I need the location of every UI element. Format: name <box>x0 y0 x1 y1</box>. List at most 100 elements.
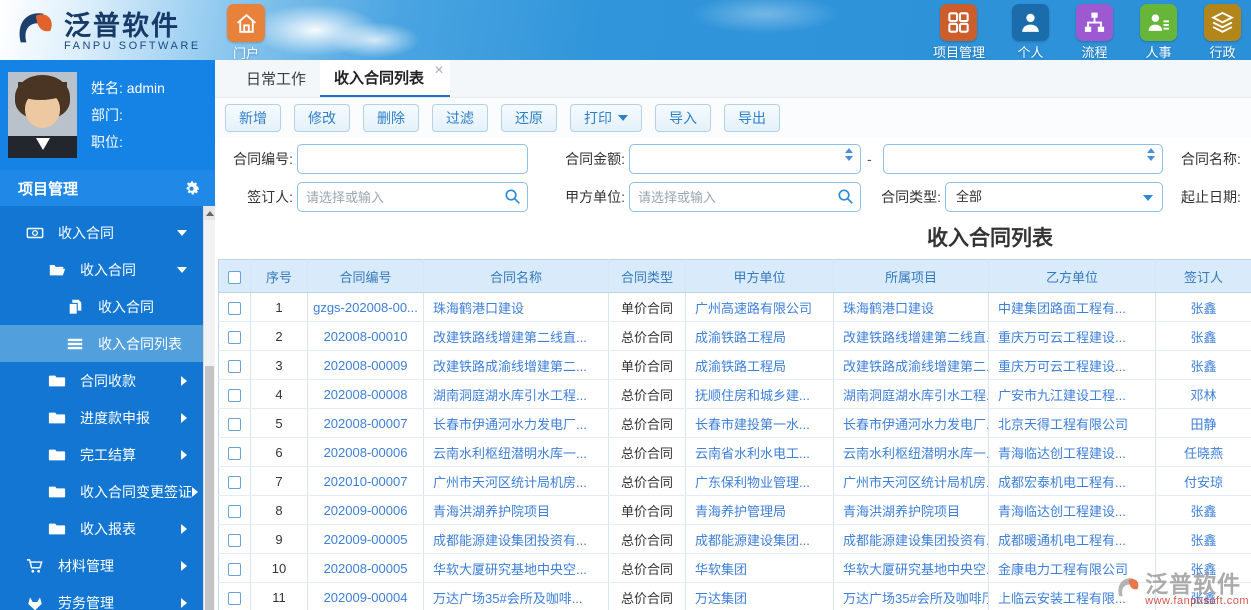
column-header[interactable]: 序号 <box>251 260 308 293</box>
cell-party-a[interactable]: 广东保利物业管理... <box>686 467 834 496</box>
sidebar-menu-item[interactable]: 收入合同变更签证 <box>0 473 203 510</box>
cell-contract-code[interactable]: gzgs-202008-00... <box>308 293 424 322</box>
cell-party-b[interactable]: 重庆万可云工程建设... <box>989 351 1156 380</box>
cell-signer[interactable]: 付安琼 <box>1156 467 1251 496</box>
top-nav-item[interactable]: 人事 <box>1140 4 1177 60</box>
row-checkbox[interactable] <box>219 351 251 380</box>
cell-party-b[interactable]: 青海临达创工程建设... <box>989 438 1156 467</box>
contract-no-input[interactable] <box>297 144 528 174</box>
cell-project[interactable]: 万达广场35#会所及咖啡厅... <box>834 583 989 610</box>
table-row[interactable]: 10 202008-00005 华软大厦研究基地中央空... 总价合同 华软集团… <box>219 554 1251 583</box>
top-nav-item[interactable]: 个人 <box>1012 4 1049 60</box>
cell-project[interactable]: 珠海鹤港口建设 <box>834 293 989 322</box>
cell-party-b[interactable]: 中建集团路面工程有... <box>989 293 1156 322</box>
cell-party-b[interactable]: 青海临达创工程建设... <box>989 496 1156 525</box>
cell-contract-name[interactable]: 珠海鹤港口建设 <box>424 293 609 322</box>
cell-party-b[interactable]: 重庆万可云工程建设... <box>989 322 1156 351</box>
cell-party-a[interactable]: 万达集团 <box>686 583 834 610</box>
close-icon[interactable]: ✕ <box>434 63 444 77</box>
cell-contract-name[interactable]: 成都能源建设集团投资有... <box>424 525 609 554</box>
avatar[interactable] <box>8 72 77 158</box>
cell-party-b[interactable]: 金康电力工程有限公司 <box>989 554 1156 583</box>
gear-icon[interactable] <box>182 179 201 198</box>
top-nav-item[interactable]: 流程 <box>1076 4 1113 60</box>
cell-project[interactable]: 云南水利枢纽潜明水库一... <box>834 438 989 467</box>
column-header[interactable]: 所属项目 <box>834 260 989 293</box>
column-header[interactable]: 合同名称 <box>424 260 609 293</box>
toolbar-button[interactable]: 过滤 <box>432 104 488 132</box>
table-row[interactable]: 8 202009-00006 青海洪湖养护院项目 单价合同 青海养护管理局 青海… <box>219 496 1251 525</box>
cell-party-b[interactable]: 北京天得工程有限公司 <box>989 409 1156 438</box>
cell-contract-name[interactable]: 长春市伊通河水力发电厂... <box>424 409 609 438</box>
cell-signer[interactable]: 张鑫 <box>1156 322 1251 351</box>
top-nav-item[interactable]: 行政 <box>1204 4 1241 60</box>
cell-contract-code[interactable]: 202008-00008 <box>308 380 424 409</box>
spinner-icon[interactable] <box>1147 148 1155 161</box>
row-checkbox[interactable] <box>219 467 251 496</box>
table-row[interactable]: 2 202008-00010 改建铁路线增建第二线直... 总价合同 成渝铁路工… <box>219 322 1251 351</box>
column-header[interactable]: 签订人 <box>1156 260 1251 293</box>
table-row[interactable]: 1 gzgs-202008-00... 珠海鹤港口建设 单价合同 广州高速路有限… <box>219 293 1251 322</box>
row-checkbox[interactable] <box>219 293 251 322</box>
cell-contract-code[interactable]: 202008-00009 <box>308 351 424 380</box>
cell-contract-name[interactable]: 湖南洞庭湖水库引水工程... <box>424 380 609 409</box>
cell-signer[interactable]: 任晓燕 <box>1156 438 1251 467</box>
cell-party-a[interactable]: 长春市建投第一水... <box>686 409 834 438</box>
row-checkbox[interactable] <box>219 554 251 583</box>
sidebar-menu-item[interactable]: 收入合同 <box>0 288 203 325</box>
sidebar-scrollbar[interactable] <box>203 206 215 610</box>
module-bar[interactable]: 项目管理 <box>0 170 215 206</box>
cell-project[interactable]: 广州市天河区统计局机房... <box>834 467 989 496</box>
cell-contract-name[interactable]: 改建铁路线增建第二线直... <box>424 322 609 351</box>
toolbar-button[interactable]: 打印 <box>570 104 642 132</box>
row-checkbox[interactable] <box>219 380 251 409</box>
cell-party-a[interactable]: 云南省水利水电工... <box>686 438 834 467</box>
table-row[interactable]: 11 202009-00004 万达广场35#会所及咖啡... 总价合同 万达集… <box>219 583 1251 610</box>
cell-contract-code[interactable]: 202009-00005 <box>308 525 424 554</box>
cell-signer[interactable]: 张鑫 <box>1156 583 1251 610</box>
cell-contract-code[interactable]: 202008-00010 <box>308 322 424 351</box>
cell-project[interactable]: 成都能源建设集团投资有... <box>834 525 989 554</box>
tab[interactable]: 日常工作 <box>232 60 320 97</box>
cell-contract-name[interactable]: 广州市天河区统计局机房... <box>424 467 609 496</box>
cell-signer[interactable]: 田静 <box>1156 409 1251 438</box>
party-a-input[interactable] <box>629 182 861 212</box>
toolbar-button[interactable]: 删除 <box>363 104 419 132</box>
table-row[interactable]: 3 202008-00009 改建铁路成渝线增建第二... 单价合同 成渝铁路工… <box>219 351 1251 380</box>
cell-contract-name[interactable]: 云南水利枢纽潜明水库一... <box>424 438 609 467</box>
sidebar-menu-item[interactable]: 材料管理 <box>0 547 203 584</box>
scroll-up-arrow-icon[interactable] <box>204 206 215 220</box>
cell-project[interactable]: 华软大厦研究基地中央空... <box>834 554 989 583</box>
cell-party-a[interactable]: 抚顺住房和城乡建... <box>686 380 834 409</box>
sidebar-menu-item[interactable]: 收入合同列表 <box>0 325 203 362</box>
cell-party-a[interactable]: 华软集团 <box>686 554 834 583</box>
cell-signer[interactable]: 邓林 <box>1156 380 1251 409</box>
cell-party-b[interactable]: 成都暖通机电工程有... <box>989 525 1156 554</box>
amount-from-input[interactable] <box>629 144 861 174</box>
row-checkbox[interactable] <box>219 583 251 610</box>
search-icon[interactable] <box>504 188 521 205</box>
sidebar-menu-item[interactable]: 收入报表 <box>0 510 203 547</box>
amount-to-input[interactable] <box>883 144 1163 174</box>
cell-party-a[interactable]: 成渝铁路工程局 <box>686 322 834 351</box>
sidebar-menu-item[interactable]: 进度款申报 <box>0 399 203 436</box>
cell-party-a[interactable]: 广州高速路有限公司 <box>686 293 834 322</box>
table-row[interactable]: 4 202008-00008 湖南洞庭湖水库引水工程... 总价合同 抚顺住房和… <box>219 380 1251 409</box>
cell-signer[interactable]: 张鑫 <box>1156 525 1251 554</box>
table-row[interactable]: 7 202010-00007 广州市天河区统计局机房... 总价合同 广东保利物… <box>219 467 1251 496</box>
column-header[interactable]: 乙方单位 <box>989 260 1156 293</box>
nav-portal[interactable]: 门户 <box>224 4 268 60</box>
row-checkbox[interactable] <box>219 409 251 438</box>
cell-project[interactable]: 青海洪湖养护院项目 <box>834 496 989 525</box>
table-row[interactable]: 6 202008-00006 云南水利枢纽潜明水库一... 总价合同 云南省水利… <box>219 438 1251 467</box>
cell-contract-code[interactable]: 202009-00004 <box>308 583 424 610</box>
table-row[interactable]: 5 202008-00007 长春市伊通河水力发电厂... 总价合同 长春市建投… <box>219 409 1251 438</box>
select-all-checkbox[interactable] <box>219 260 251 293</box>
column-header[interactable]: 甲方单位 <box>686 260 834 293</box>
cell-party-a[interactable]: 青海养护管理局 <box>686 496 834 525</box>
cell-contract-code[interactable]: 202010-00007 <box>308 467 424 496</box>
toolbar-button[interactable]: 修改 <box>294 104 350 132</box>
cell-contract-name[interactable]: 青海洪湖养护院项目 <box>424 496 609 525</box>
cell-contract-code[interactable]: 202008-00007 <box>308 409 424 438</box>
table-row[interactable]: 9 202009-00005 成都能源建设集团投资有... 总价合同 成都能源建… <box>219 525 1251 554</box>
